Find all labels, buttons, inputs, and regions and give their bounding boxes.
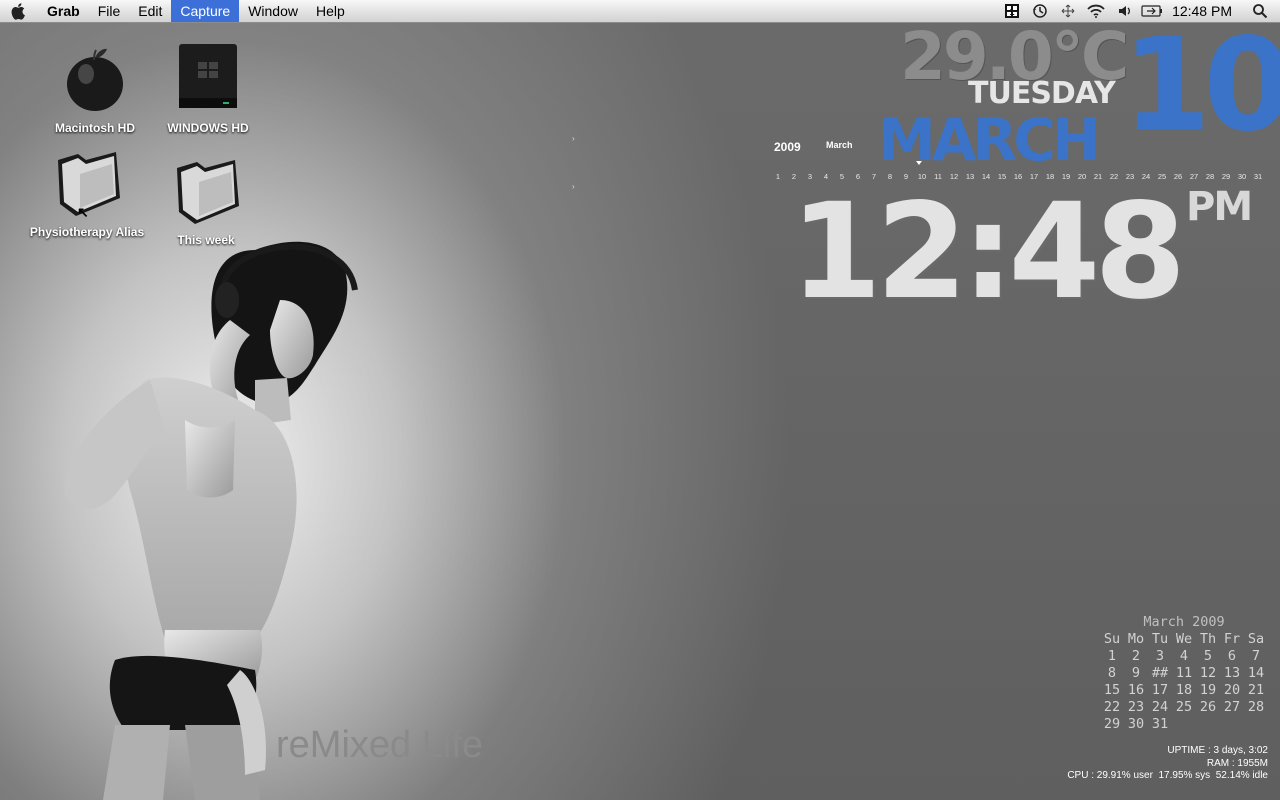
- calendar-day: 20: [1223, 682, 1241, 698]
- apple-drive-icon: [67, 48, 123, 111]
- arrow-icon: ›: [572, 182, 575, 191]
- weekday-header: Su: [1103, 631, 1121, 647]
- weekday-header: Tu: [1151, 631, 1169, 647]
- wallpaper-brand-text: reMixed Life: [276, 724, 483, 766]
- calendar-header-row: Su Mo Tu We Th Fr Sa: [1100, 631, 1268, 648]
- uptime-readout: UPTIME : 3 days, 3:02: [1167, 745, 1268, 756]
- weekday-header: Sa: [1247, 631, 1265, 647]
- weekday-header: We: [1175, 631, 1193, 647]
- calendar-day: [1172, 716, 1196, 733]
- calendar-week-row: 15 16 17 18 19 20 21: [1100, 682, 1268, 699]
- calendar-day: 25: [1175, 699, 1193, 715]
- day-cell: 29: [1221, 172, 1231, 181]
- month-calendar-widget: March 2009 Su Mo Tu We Th Fr Sa 1 2 3 4 …: [1100, 614, 1268, 733]
- calendar-day: 19: [1199, 682, 1217, 698]
- calendar-day: 15: [1103, 682, 1121, 698]
- calendar-day: 17: [1151, 682, 1169, 698]
- calendar-day: 14: [1247, 665, 1265, 681]
- day-cell: 30: [1237, 172, 1247, 181]
- icon-label: WINDOWS HD: [167, 121, 249, 135]
- calendar-day: 7: [1251, 648, 1261, 664]
- menu-capture[interactable]: Capture: [171, 0, 240, 22]
- calendar-day: 23: [1127, 699, 1145, 715]
- day-cell: 1: [775, 172, 781, 181]
- month-widget: MARCH: [878, 106, 1100, 174]
- calendar-week-row: 29 30 31: [1100, 716, 1268, 733]
- day-number-widget: 10: [1122, 11, 1280, 160]
- desktop-icon-physiotherapy-alias[interactable]: ↖ Physiotherapy Alias: [27, 148, 147, 239]
- svg-text:1: 1: [1010, 7, 1015, 17]
- calendar-day: 29: [1103, 716, 1121, 732]
- calendar-day: 6: [1227, 648, 1237, 664]
- alias-arrow-icon: ↖: [77, 204, 89, 220]
- calendar-day: 1: [1107, 648, 1117, 664]
- calendar-strip-month: March: [826, 140, 853, 150]
- calendar-day: 5: [1203, 648, 1213, 664]
- calendar-day: 22: [1103, 699, 1121, 715]
- calendar-day: [1244, 716, 1268, 733]
- calendar-day: 31: [1151, 716, 1169, 732]
- calendar-day: 16: [1127, 682, 1145, 698]
- calendar-title: March 2009: [1143, 614, 1225, 630]
- menu-help[interactable]: Help: [307, 0, 354, 22]
- desktop-icon-windows-hd[interactable]: WINDOWS HD: [148, 40, 268, 135]
- desktop-icon-macintosh-hd[interactable]: Macintosh HD: [35, 40, 155, 135]
- calendar-day: 8: [1107, 665, 1117, 681]
- apple-menu-icon[interactable]: [0, 0, 38, 22]
- calendar-day: 3: [1155, 648, 1165, 664]
- calendar-day: [1196, 716, 1220, 733]
- wallpaper-figure: [64, 241, 358, 800]
- menu-window[interactable]: Window: [239, 0, 307, 22]
- calendar-day: 2: [1131, 648, 1141, 664]
- arrow-icon: ›: [572, 134, 575, 143]
- calendar-week-row: 8 9 ## 11 12 13 14: [1100, 665, 1268, 682]
- calendar-day: 12: [1199, 665, 1217, 681]
- folder-icon: [177, 160, 239, 224]
- calendar-day: 18: [1175, 682, 1193, 698]
- weekday-header: Fr: [1223, 631, 1241, 647]
- menu-file[interactable]: File: [89, 0, 130, 22]
- menu-edit[interactable]: Edit: [129, 0, 171, 22]
- ampm-widget: PM: [1186, 184, 1253, 230]
- day-cell: 27: [1189, 172, 1199, 181]
- icon-label: Macintosh HD: [54, 121, 135, 135]
- day-cell: 31: [1253, 172, 1263, 181]
- weekday-header: Th: [1199, 631, 1217, 647]
- weekday-header: Mo: [1127, 631, 1145, 647]
- external-drive-icon: [179, 44, 237, 108]
- calendar-day: 26: [1199, 699, 1217, 715]
- calendar-day: 4: [1179, 648, 1189, 664]
- calendar-day: 24: [1151, 699, 1169, 715]
- ram-readout: RAM : 1955M: [1206, 757, 1268, 769]
- big-clock-widget: 12:48: [790, 175, 1186, 329]
- calendar-strip-year: 2009: [774, 140, 801, 154]
- calendar-day: [1220, 716, 1244, 733]
- menu-app-name[interactable]: Grab: [38, 0, 89, 22]
- system-stats-widget: UPTIME : 3 days, 3:02 RAM : 1955M CPU : …: [1067, 745, 1268, 783]
- calendar-day: 28: [1247, 699, 1265, 715]
- cpu-readout: CPU : 29.91% user 17.95% sys 52.14% idle: [1067, 770, 1268, 781]
- calendar-day: 21: [1247, 682, 1265, 698]
- calendar-day: 27: [1223, 699, 1241, 715]
- calendar-day: 11: [1175, 665, 1193, 681]
- calendar-week-row: 22 23 24 25 26 27 28: [1100, 699, 1268, 716]
- calendar-day: 9: [1131, 665, 1141, 681]
- current-day-marker-icon: [916, 161, 922, 165]
- calendar-day: 30: [1127, 716, 1145, 732]
- calendar-day: 13: [1223, 665, 1241, 681]
- calendar-day-today: ##: [1151, 665, 1169, 681]
- day-cell: 28: [1205, 172, 1215, 181]
- calendar-week-row: 1 2 3 4 5 6 7: [1100, 648, 1268, 665]
